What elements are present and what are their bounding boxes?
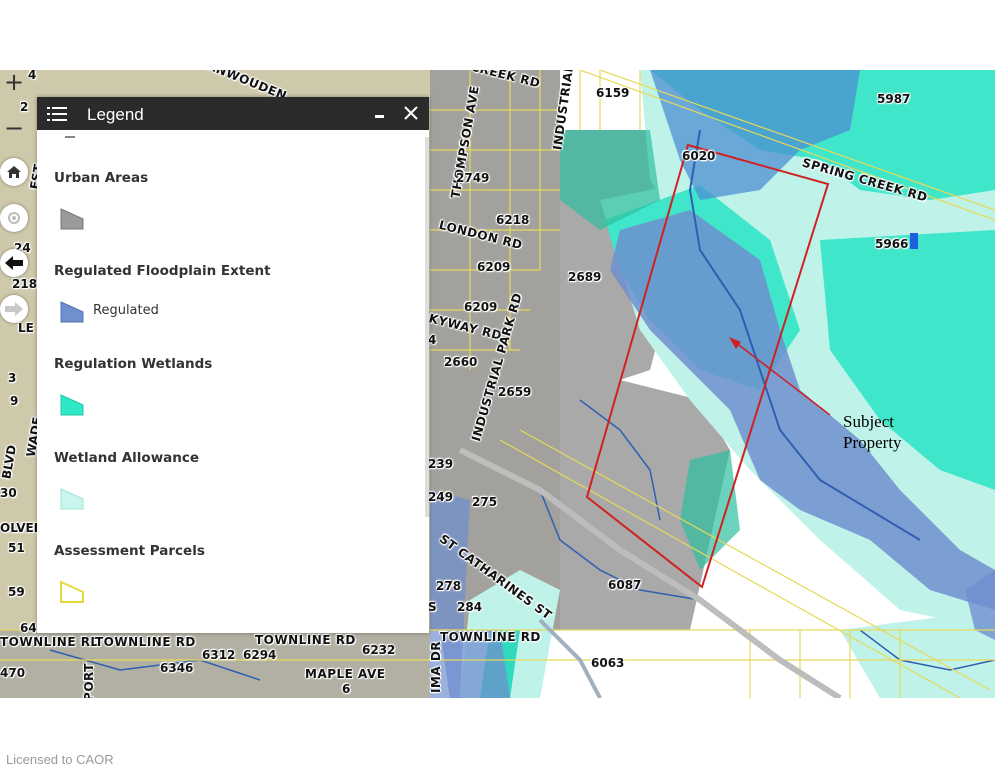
parcel-number: 6020 — [682, 149, 716, 163]
forward-arrow-icon — [5, 302, 23, 316]
subject-property-annotation: Subject Property — [843, 411, 902, 453]
wetlands-swatch — [60, 394, 84, 416]
legend-section-assessment-parcels: Assessment Parcels — [54, 543, 205, 559]
parcel-number: 2749 — [456, 171, 490, 185]
parcel-number: 6159 — [596, 86, 630, 100]
road-label: TOWNLINE RD — [0, 635, 101, 649]
zoom-in-button[interactable]: + — [0, 68, 28, 96]
parcel-number: 4 — [428, 333, 437, 347]
road-label: PORT — [81, 663, 96, 698]
road-label: TOWNLINE RD — [440, 630, 541, 644]
parcel-number: 2689 — [568, 270, 602, 284]
parcel-number: 6087 — [608, 578, 642, 592]
parcel-number: 6218 — [496, 213, 530, 227]
back-arrow-icon — [5, 256, 23, 270]
parcel-number: 5966 — [875, 237, 909, 251]
parcel-number: 275 — [472, 495, 498, 509]
parcel-number: 249 — [428, 490, 454, 504]
road-label: TOWNLINE RD — [255, 633, 356, 647]
legend-section-floodplain: Regulated Floodplain Extent — [54, 263, 271, 279]
road-label: IMA DR — [429, 640, 444, 694]
parcel-number: 6209 — [464, 300, 498, 314]
road-label: MAPLE AVE — [305, 667, 386, 681]
parcel-number: 59 — [8, 585, 25, 599]
legend-title: Legend — [87, 105, 144, 124]
wetland-allowance-swatch — [60, 488, 84, 510]
parcel-number: 6063 — [591, 656, 625, 670]
parcel-number: 51 — [8, 541, 25, 555]
minimize-button[interactable] — [373, 105, 387, 121]
parcel-number: 6294 — [243, 648, 277, 662]
legend-scrollbar[interactable] — [425, 137, 429, 517]
back-button[interactable] — [0, 249, 28, 277]
legend-section-wetlands: Regulation Wetlands — [54, 356, 213, 372]
annotation-line: Subject — [843, 412, 894, 431]
parcel-number: 470 — [0, 666, 26, 680]
parcel-number: 6312 — [202, 648, 236, 662]
assessment-parcels-swatch — [60, 580, 84, 603]
parcel-number: 6209 — [477, 260, 511, 274]
zoom-out-button[interactable]: − — [0, 114, 28, 142]
scroll-remnant — [65, 136, 75, 138]
legend-header: Legend — [37, 97, 429, 130]
legend-section-urban-areas: Urban Areas — [54, 170, 149, 186]
home-button[interactable] — [0, 158, 28, 186]
legend-item-regulated: Regulated — [93, 303, 159, 318]
parcel-number: 239 — [428, 457, 454, 471]
road-label: LE — [18, 321, 34, 335]
home-icon — [7, 166, 21, 178]
list-icon — [47, 107, 67, 121]
locate-button[interactable] — [0, 204, 28, 232]
parcel-number: 2659 — [498, 385, 532, 399]
minimize-icon — [375, 115, 384, 118]
floodplain-swatch — [60, 301, 84, 323]
parcel-number: 5987 — [877, 92, 911, 106]
annotation-line: Property — [843, 433, 902, 452]
parcel-number: 284 — [457, 600, 483, 614]
parcel-number: 218 — [12, 277, 38, 291]
parcel-number: 2660 — [444, 355, 478, 369]
parcel-number: 64 — [20, 621, 37, 635]
parcel-number: 9 — [10, 394, 19, 408]
locate-icon — [8, 212, 20, 224]
license-text: Licensed to CAOR — [6, 752, 114, 767]
forward-button[interactable] — [0, 295, 28, 323]
parcel-number: 4 — [28, 70, 37, 82]
parcel-number: 30 — [0, 486, 17, 500]
road-label: S — [428, 600, 437, 614]
urban-areas-swatch — [60, 208, 84, 230]
parcel-number: 278 — [436, 579, 462, 593]
close-button[interactable] — [403, 105, 419, 121]
close-icon — [404, 106, 418, 120]
parcel-number: 6232 — [362, 643, 396, 657]
legend-section-wetland-allowance: Wetland Allowance — [54, 450, 200, 466]
parcel-number: 6 — [342, 682, 351, 696]
parcel-number: 3 — [8, 371, 17, 385]
parcel-number: 2 — [20, 100, 29, 114]
legend-panel: Legend Urban Areas Regulated Floodplain … — [37, 97, 429, 633]
parcel-number: 6346 — [160, 661, 194, 675]
road-label: TOWNLINE RD — [95, 635, 196, 649]
